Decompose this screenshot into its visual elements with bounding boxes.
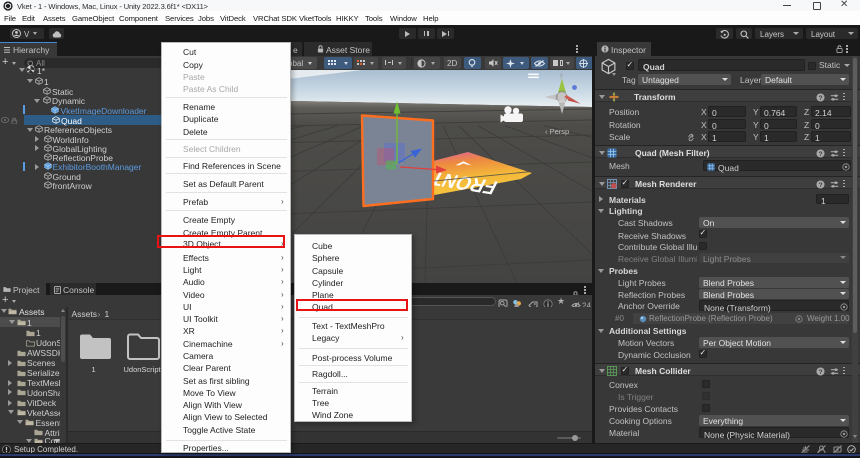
svg-text:?: ? — [819, 150, 823, 157]
svg-text:?: ? — [819, 181, 823, 188]
svg-text:?: ? — [819, 368, 823, 375]
svg-text:‹ Persp: ‹ Persp — [545, 127, 569, 136]
svg-text:y: y — [560, 73, 563, 79]
svg-text:?: ? — [819, 94, 823, 101]
